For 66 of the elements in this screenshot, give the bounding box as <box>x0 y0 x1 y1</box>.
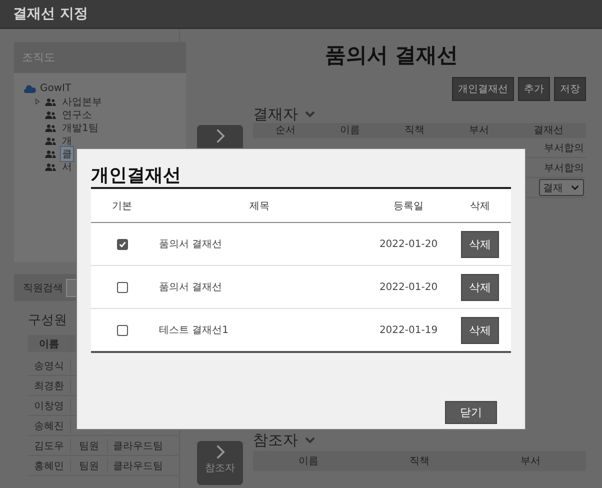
approval-type-select[interactable]: 결재 <box>539 179 584 196</box>
add-reference-button[interactable]: 참조자 <box>197 441 243 485</box>
checkbox[interactable] <box>116 324 128 336</box>
delete-button[interactable]: 삭제 <box>461 274 499 300</box>
table-cell: 송혜진 <box>28 418 71 432</box>
checkbox[interactable] <box>116 282 128 292</box>
section-title: 결재자 <box>253 104 298 124</box>
group-icon <box>45 110 56 118</box>
table-cell: 최경환 <box>28 378 71 392</box>
column-header: 순서 <box>275 124 296 137</box>
expand-icon[interactable] <box>35 98 40 105</box>
table-cell: 홍혜민 <box>28 458 71 472</box>
checkbox[interactable] <box>116 238 128 250</box>
delete-button[interactable]: 삭제 <box>461 230 499 258</box>
column-header: 결재선 <box>534 124 564 137</box>
tree-item[interactable]: 개발1팀 <box>61 120 100 134</box>
group-icon <box>45 98 56 106</box>
column-header: 부서 <box>469 124 490 137</box>
dialog-title: 개인결재선 <box>91 164 182 187</box>
group-icon <box>45 136 56 144</box>
table-cell-text: 부서합의 <box>544 142 584 154</box>
section-title: 참조자 <box>253 430 298 450</box>
toolbar-button[interactable]: 저장 <box>554 77 586 101</box>
group-icon <box>45 162 56 170</box>
column-header: 이름 <box>340 124 360 137</box>
page-title: 품의서 결재선 <box>324 42 460 69</box>
table-cell-text: 2022-01-20 <box>378 282 439 292</box>
table-cell-text: 테스트 결재선1 <box>158 324 230 337</box>
close-button[interactable]: 닫기 <box>445 401 497 424</box>
tree-item[interactable]: 개 <box>61 134 73 148</box>
tree-item[interactable]: 사업본부 <box>61 94 103 108</box>
table-cell: 송영식 <box>28 358 71 372</box>
column-header: 삭제 <box>469 200 491 212</box>
tree-item[interactable]: GowIT <box>40 83 72 94</box>
search-label: 직원검색 <box>23 282 63 294</box>
caret-icon <box>571 185 579 190</box>
table-cell-text: 품의서 결재선 <box>158 238 224 251</box>
group-icon <box>45 150 56 158</box>
table-cell-text: 클라우드팀 <box>112 440 164 452</box>
column-header: 직책 <box>410 455 430 468</box>
column-header: 기본 <box>111 200 133 212</box>
column-header: 제목 <box>248 200 270 212</box>
group-icon <box>45 124 56 132</box>
delete-button[interactable]: 삭제 <box>461 316 499 344</box>
tree-item[interactable]: 서 <box>61 160 73 174</box>
column-header: 등록일 <box>392 200 424 212</box>
toolbar-button[interactable]: 개인결재선 <box>452 77 514 101</box>
table-cell-text: 클라우드팀 <box>112 460 164 472</box>
cloud-icon <box>24 84 36 92</box>
column-header: 이름 <box>298 455 318 468</box>
table-cell: 김도우 <box>28 438 71 452</box>
column-header: 부서 <box>520 455 540 468</box>
window-title: 결재선 지정 <box>13 5 88 23</box>
table-cell-text: 2022-01-20 <box>378 238 439 250</box>
tree-item[interactable]: 클 <box>61 146 73 160</box>
table-cell: 팀원 <box>71 438 108 452</box>
table-cell-text: 품의서 결재선 <box>158 281 224 294</box>
table-cell-text: 2022-01-19 <box>378 324 439 336</box>
column-header: 이름 <box>28 336 71 350</box>
tree-item[interactable]: 연구소 <box>61 108 93 122</box>
toolbar-button[interactable]: 추가 <box>518 77 550 101</box>
column-header: 직책 <box>404 124 424 137</box>
table-cell-text: 부서합의 <box>544 162 584 174</box>
table-cell: 팀원 <box>71 458 108 472</box>
table-cell: 이창영 <box>28 398 71 412</box>
section-title: 구성원 <box>28 312 68 329</box>
